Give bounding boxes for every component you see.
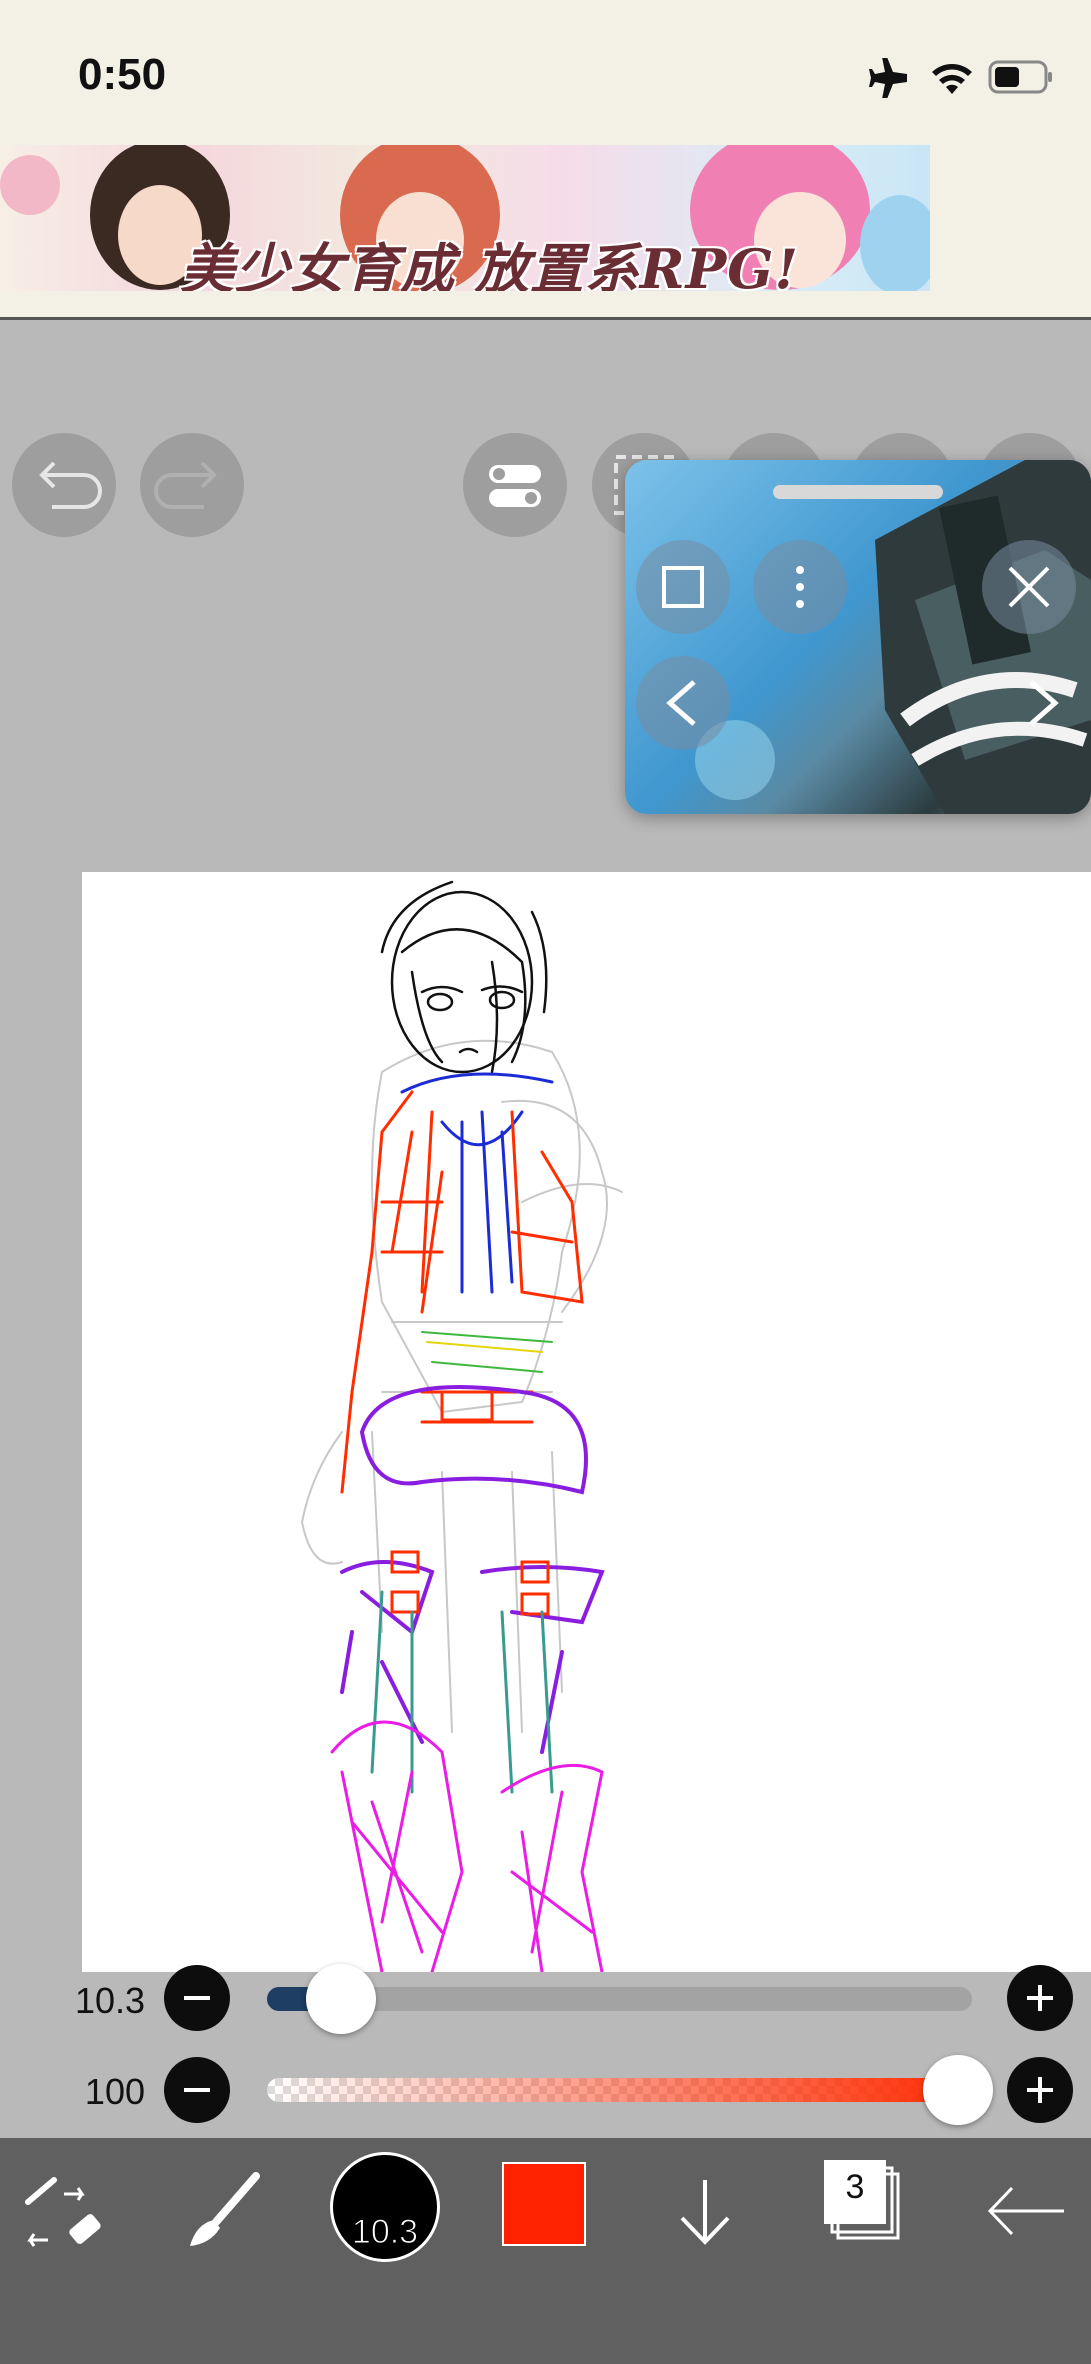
more-icon — [796, 566, 804, 608]
brush-icon — [190, 2172, 260, 2246]
ad-text: 美少女育成 放置系RPG! — [180, 237, 800, 291]
status-time: 0:50 — [78, 50, 167, 99]
brush-size-indicator-label: 10.3 — [351, 2213, 419, 2252]
opacity-decrease-button[interactable] — [164, 2057, 230, 2123]
status-bar: 0:50 — [0, 0, 1091, 145]
brush-button[interactable] — [180, 2166, 270, 2256]
opacity-value: 100 — [84, 2071, 145, 2112]
opacity-increase-button[interactable] — [1007, 2057, 1073, 2123]
plus-icon — [1027, 1985, 1053, 2011]
expand-icon — [662, 566, 704, 608]
layer-count: 3 — [845, 2168, 865, 2206]
undo-button[interactable] — [12, 433, 116, 537]
next-icon — [1029, 680, 1059, 726]
opacity-gradient — [267, 2078, 972, 2102]
brush-size-indicator[interactable]: 10.3 — [330, 2152, 440, 2262]
brush-size-decrease-button[interactable] — [164, 1965, 230, 2031]
pip-drag-handle[interactable] — [773, 485, 943, 499]
plus-icon — [1027, 2077, 1053, 2103]
close-icon — [1008, 566, 1050, 608]
color-swatch[interactable] — [502, 2162, 586, 2246]
opacity-slider-knob[interactable] — [922, 2055, 993, 2125]
pip-close-button[interactable] — [982, 540, 1076, 634]
wifi-icon — [932, 64, 972, 94]
redo-button[interactable] — [140, 433, 244, 537]
battery-icon — [988, 60, 1052, 94]
transform-eraser-icon — [25, 2177, 101, 2247]
download-icon — [680, 2180, 730, 2245]
toggle-button[interactable] — [463, 433, 567, 537]
layers-button[interactable]: 3 — [822, 2156, 912, 2256]
sketch-drawing — [300, 880, 623, 1972]
opacity-track[interactable] — [267, 2078, 972, 2102]
drawing-canvas[interactable] — [82, 872, 1091, 1972]
undo-icon — [39, 461, 102, 509]
pip-more-button[interactable] — [753, 540, 847, 634]
ad-image[interactable]: 美少女育成 放置系RPG! — [0, 145, 930, 291]
brush-size-slider-knob[interactable] — [306, 1964, 377, 2034]
brush-size-value: 10.3 — [75, 1980, 146, 2021]
bottom-toolbar: 10.3 3 — [0, 2138, 1091, 2364]
download-button[interactable] — [660, 2166, 750, 2256]
toggle-icon — [489, 465, 541, 507]
transform-eraser-button[interactable] — [20, 2170, 110, 2260]
pip-previous-button[interactable] — [636, 656, 730, 750]
back-arrow-icon — [987, 2186, 1064, 2236]
previous-icon — [666, 680, 696, 726]
airplane-icon — [869, 58, 907, 98]
ad-banner[interactable]: 美少女育成 放置系RPG! — [0, 145, 1091, 320]
back-button[interactable] — [980, 2166, 1070, 2256]
pip-expand-button[interactable] — [636, 540, 730, 634]
picture-in-picture-window[interactable] — [625, 460, 1091, 814]
minus-icon — [184, 1996, 210, 2000]
pip-next-button[interactable] — [995, 656, 1089, 750]
brush-size-increase-button[interactable] — [1007, 1965, 1073, 2031]
redo-icon — [154, 461, 217, 509]
minus-icon — [184, 2088, 210, 2092]
